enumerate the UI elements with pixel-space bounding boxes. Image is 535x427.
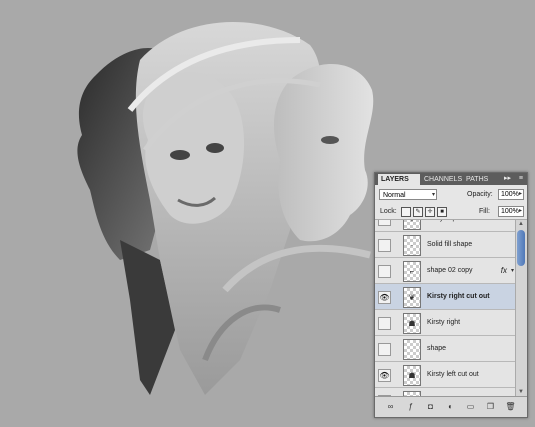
layer-row[interactable]: shape [375,336,515,362]
scroll-thumb[interactable] [517,230,525,266]
visibility-toggle[interactable] [378,239,391,252]
chevron-right-icon: ▸ [518,208,522,214]
group-icon[interactable]: ▭ [465,401,476,412]
layer-thumbnail: ⌐ [403,261,421,282]
scroll-down-icon[interactable]: ▼ [518,389,524,395]
layer-row[interactable]: 👁 ☗ Kirsty left cut out [375,362,515,388]
fx-icon[interactable]: ƒ [405,401,416,412]
blend-mode-value: Normal [383,192,406,199]
center-eye-right [206,143,224,153]
layer-thumbnail: ☗ [403,365,421,386]
trash-icon[interactable]: 🗑 [505,401,516,412]
layer-name: Kirsty left cut out [427,371,479,378]
layer-name: shape 02 copy [427,267,473,274]
layer-name: Kirsty right cut out [427,293,490,300]
right-face-shape [274,63,374,242]
layers-list: ✦ kirsty's quarter · Solid fill shape ⌐ … [375,220,515,396]
layer-row[interactable] [375,388,515,396]
right-eye [321,136,339,144]
blend-opacity-row: Normal ▾ Opacity: 100% ▸ [375,187,527,203]
panel-menu-icon[interactable]: ≡ [519,173,523,185]
opacity-label: Opacity: [467,191,493,198]
blend-mode-select[interactable]: Normal ▾ [379,189,437,200]
collapse-panel-icon[interactable]: ▸▸ [504,173,511,185]
layer-row[interactable]: ✦ kirsty's quarter [375,220,515,232]
chevron-down-icon: ▾ [431,192,435,198]
layer-thumbnail: ❦ [403,287,421,308]
fill-label: Fill: [479,208,490,215]
layer-thumbnail: · [403,235,421,256]
fill-value: 100% [501,208,519,215]
layer-thumbnail: ✦ [403,220,421,230]
layer-thumbnail: ☗ [403,313,421,334]
mask-icon[interactable]: ◘ [425,401,436,412]
layer-row[interactable]: ☗ Kirsty right [375,310,515,336]
scroll-up-icon[interactable]: ▲ [518,221,524,227]
lock-fill-row: Lock: ✎ ✛ ■ Fill: 100% ▸ [375,204,527,220]
eye-icon[interactable]: 👁 [378,291,391,304]
layer-name: shape [427,345,447,352]
visibility-toggle[interactable] [378,265,391,278]
visibility-toggle[interactable] [378,343,391,356]
layers-scrollbar[interactable]: ▲ ▼ [515,220,527,396]
chevron-down-icon[interactable]: ▾ [511,258,514,284]
tab-layers[interactable]: LAYERS [378,174,420,185]
fill-field[interactable]: 100% ▸ [498,206,524,217]
fx-icon[interactable]: fx [501,258,507,284]
opacity-value: 100% [501,191,519,198]
panel-bottom-toolbar: ∞ ƒ ◘ ◐ ▭ ❐ 🗑 [375,396,527,417]
layer-row[interactable]: ⌐ shape 02 copy fx ▾ [375,258,515,284]
adjustment-icon[interactable]: ◐ [445,401,456,412]
layer-name: kirsty's quarter [427,220,472,232]
eye-icon[interactable]: 👁 [378,369,391,382]
lock-position-icon[interactable]: ✛ [425,207,435,217]
layer-thumbnail [403,339,421,360]
visibility-toggle[interactable] [378,317,391,330]
lock-all-icon[interactable]: ■ [437,207,447,217]
layer-row[interactable]: · Solid fill shape [375,232,515,258]
layer-name: Solid fill shape [427,241,473,248]
visibility-toggle[interactable] [378,220,391,226]
center-eye-left [170,150,190,160]
panel-tab-bar: LAYERS CHANNELS PATHS ▸▸ ≡ [375,173,527,185]
link-icon[interactable]: ∞ [385,401,396,412]
layer-name: Kirsty right [427,319,461,326]
opacity-field[interactable]: 100% ▸ [498,189,524,200]
new-layer-icon[interactable]: ❐ [485,401,496,412]
tab-paths[interactable]: PATHS [463,174,491,185]
lock-transparency-icon[interactable] [401,207,411,217]
lock-label: Lock: [380,208,397,215]
layers-panel: LAYERS CHANNELS PATHS ▸▸ ≡ Normal ▾ Opac… [374,172,528,418]
layer-row-selected[interactable]: 👁 ❦ Kirsty right cut out [375,284,515,310]
tab-channels[interactable]: CHANNELS [421,174,463,185]
lock-image-icon[interactable]: ✎ [413,207,423,217]
chevron-right-icon: ▸ [518,191,522,197]
